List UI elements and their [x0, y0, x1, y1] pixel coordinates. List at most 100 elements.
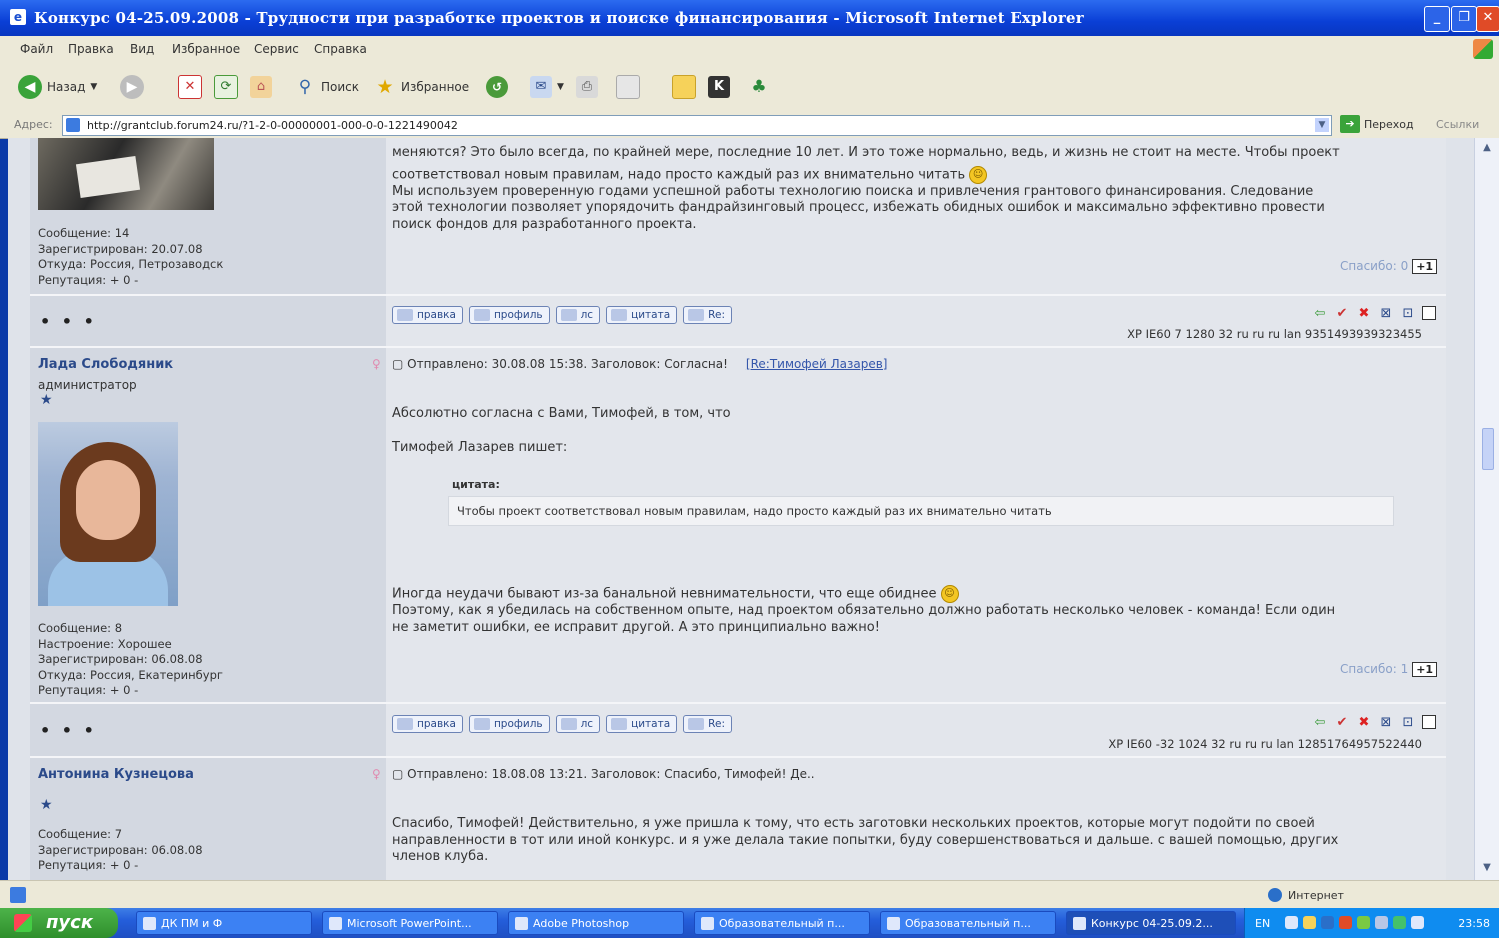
post1-thanks: Спасибо: 0 +1	[1340, 259, 1438, 274]
internet-globe-icon	[1268, 888, 1282, 902]
menu-tools[interactable]: Сервис	[254, 42, 299, 56]
post-icon: ▢	[392, 767, 408, 781]
windows-logo-icon	[1473, 39, 1493, 59]
search-button[interactable]: ⚲ Поиск	[294, 74, 359, 100]
print-button[interactable]: ⎙	[576, 74, 598, 100]
task-button[interactable]: Образовательный п...	[694, 911, 870, 935]
edit-button[interactable]: правка	[392, 306, 463, 324]
post2-more-dots[interactable]: • • •	[40, 721, 97, 740]
vertical-scrollbar[interactable]: ▲ ▼	[1474, 138, 1499, 880]
menu-favorites[interactable]: Избранное	[172, 42, 240, 56]
address-input[interactable]: http://grantclub.forum24.ru/?1-2-0-00000…	[62, 115, 1332, 136]
select-checkbox[interactable]	[1422, 715, 1436, 729]
pin-icon[interactable]: ♀	[372, 767, 381, 781]
post2-username[interactable]: Лада Слободяник	[38, 357, 173, 372]
post2-sysinfo: XP IE60 -32 1024 32 ru ru ru lan 1285176…	[1108, 737, 1422, 751]
mail-button[interactable]: ✉ ▼	[530, 74, 564, 100]
post3-header-text: Отправлено: 18.08.08 13:21. Заголовок: С…	[407, 767, 815, 781]
tray-icon[interactable]	[1375, 916, 1388, 929]
private-message-button[interactable]: лс	[555, 306, 601, 324]
forward-button[interactable]: ▶	[120, 74, 144, 100]
post1-plus-one-button[interactable]: +1	[1412, 259, 1438, 274]
menu-view[interactable]: Вид	[130, 42, 154, 56]
links-button[interactable]: Ссылки	[1436, 118, 1479, 131]
folder-button[interactable]	[672, 74, 696, 100]
mail-chevron-down-icon: ▼	[557, 82, 564, 92]
pin-icon[interactable]: ♀	[372, 357, 381, 371]
post1-line3: Мы используем проверенную годами успешно…	[392, 183, 1314, 199]
edit-page-button[interactable]	[616, 74, 640, 100]
reply-button[interactable]: Re:	[683, 306, 732, 324]
post2-plus-one-button[interactable]: +1	[1412, 662, 1438, 677]
menu-edit[interactable]: Правка	[68, 42, 114, 56]
history-button[interactable]: ↺	[486, 74, 508, 100]
scroll-down-icon[interactable]: ▼	[1481, 862, 1493, 874]
tray-icon[interactable]	[1411, 916, 1424, 929]
post2-line2: Тимофей Лазарев пишет:	[392, 440, 568, 455]
post3-registered: Зарегистрирован: 06.08.08	[38, 842, 203, 857]
edit-button[interactable]: правка	[392, 715, 463, 733]
tray-icon[interactable]	[1393, 916, 1406, 929]
tray-icon[interactable]	[1303, 916, 1316, 929]
post2-avatar	[38, 422, 178, 606]
profile-button[interactable]: профиль	[468, 715, 550, 733]
tray-icon[interactable]	[1339, 916, 1352, 929]
menu-file[interactable]: Файл	[20, 42, 53, 56]
task-button[interactable]: Microsoft PowerPoint...	[322, 911, 498, 935]
home-icon: ⌂	[250, 76, 272, 98]
messenger-button[interactable]: ♣	[748, 74, 770, 100]
tray-icons	[1285, 916, 1424, 929]
back-button[interactable]: ◀ Назад ▼	[18, 74, 97, 100]
tray-icon[interactable]	[1321, 916, 1334, 929]
quote-button[interactable]: цитата	[606, 715, 678, 733]
post1-sysinfo: XP IE60 7 1280 32 ru ru ru lan 935149393…	[1127, 327, 1422, 341]
arrow-icon[interactable]: ⇦	[1312, 715, 1328, 731]
select-checkbox[interactable]	[1422, 306, 1436, 320]
arrow-icon[interactable]: ⇦	[1312, 306, 1328, 322]
quote-button[interactable]: цитата	[606, 306, 678, 324]
delete-icon[interactable]: ✖	[1356, 715, 1372, 731]
post1-more-dots[interactable]: • • •	[40, 312, 97, 331]
ban-icon[interactable]: ⊠	[1378, 715, 1394, 731]
move-icon[interactable]: ⊡	[1400, 306, 1416, 322]
window-title-bar[interactable]: e Конкурс 04-25.09.2008 - Трудности при …	[0, 0, 1499, 36]
post3-line1: Спасибо, Тимофей! Действительно, я уже п…	[392, 816, 1315, 831]
favorites-button[interactable]: ★ Избранное	[374, 74, 469, 100]
move-icon[interactable]: ⊡	[1400, 715, 1416, 731]
star-icon: ★	[376, 76, 394, 98]
stop-button[interactable]: ✕	[178, 74, 202, 100]
language-indicator[interactable]: EN	[1255, 917, 1270, 930]
check-icon[interactable]: ✔	[1334, 715, 1350, 731]
maximize-button[interactable]: ❐	[1451, 6, 1477, 32]
scroll-up-icon[interactable]: ▲	[1481, 142, 1493, 154]
menu-help[interactable]: Справка	[314, 42, 367, 56]
post1-reputation: Репутация: + 0 -	[38, 272, 139, 287]
start-button[interactable]: пуск	[0, 908, 118, 938]
task-button[interactable]: Adobe Photoshop	[508, 911, 684, 935]
taskbar: пуск ДК ПМ и Ф Microsoft PowerPoint... A…	[0, 908, 1499, 938]
reply-button[interactable]: Re:	[683, 715, 732, 733]
post3-reputation: Репутация: + 0 -	[38, 858, 139, 872]
profile-button[interactable]: профиль	[468, 306, 550, 324]
tray-icon[interactable]	[1285, 916, 1298, 929]
private-message-button[interactable]: лс	[555, 715, 601, 733]
task-button[interactable]: ДК ПМ и Ф	[136, 911, 312, 935]
k-app-button[interactable]: K	[708, 74, 730, 100]
task-button[interactable]: Образовательный п...	[880, 911, 1056, 935]
refresh-button[interactable]: ⟳	[214, 74, 238, 100]
post3-username[interactable]: Антонина Кузнецова	[38, 767, 194, 782]
post2-reply-link[interactable]: [Re:Тимофей Лазарев]	[746, 357, 888, 371]
home-button[interactable]: ⌂	[250, 74, 272, 100]
scroll-thumb[interactable]	[1482, 428, 1494, 470]
close-button[interactable]: ✕	[1476, 6, 1499, 32]
ban-icon[interactable]: ⊠	[1378, 306, 1394, 322]
check-icon[interactable]: ✔	[1334, 306, 1350, 322]
tray-icon[interactable]	[1357, 916, 1370, 929]
task-button-active[interactable]: Конкурс 04-25.09.2...	[1066, 911, 1236, 935]
go-button[interactable]: ➔ Переход	[1340, 115, 1414, 133]
post2-line3-wrap: Иногда неудачи бывают из-за банальной не…	[392, 585, 1335, 603]
minimize-button[interactable]: _	[1424, 6, 1450, 32]
stop-icon: ✕	[178, 75, 202, 99]
delete-icon[interactable]: ✖	[1356, 306, 1372, 322]
address-dropdown-icon[interactable]: ▼	[1315, 118, 1329, 132]
